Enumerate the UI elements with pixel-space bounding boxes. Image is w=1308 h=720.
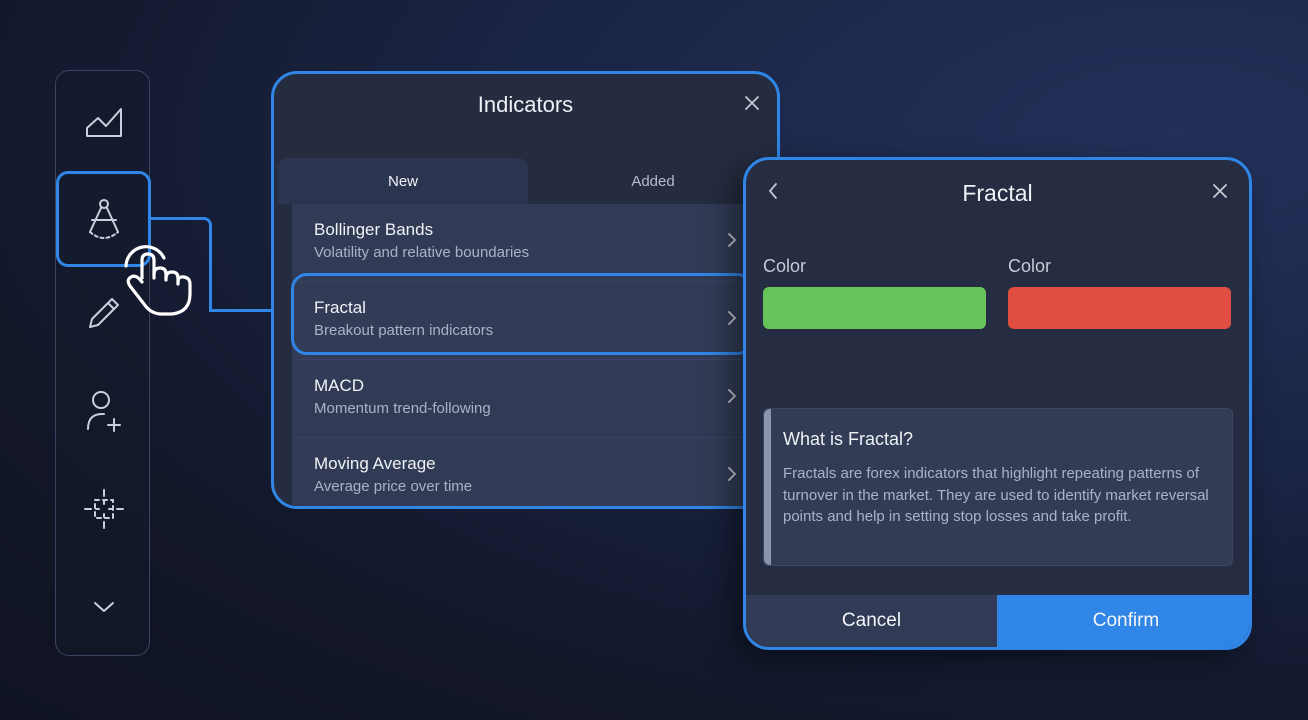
indicator-tabs: New Added (274, 158, 777, 204)
more-button[interactable] (56, 561, 151, 653)
crosshair-grid-icon (83, 489, 124, 529)
list-item-macd[interactable]: MACD Momentum trend-following (292, 360, 777, 438)
indicator-list: Bollinger Bands Volatility and relative … (292, 204, 777, 506)
item-description: Momentum trend-following (314, 400, 491, 417)
item-name: MACD (314, 376, 365, 395)
tab-added[interactable]: Added (528, 158, 777, 204)
color2-label: Color (1008, 256, 1052, 276)
compass-drawing-icon (88, 199, 119, 239)
pencil-icon (88, 298, 119, 328)
cancel-button[interactable]: Cancel (746, 595, 997, 647)
info-title: What is Fractal? (783, 429, 914, 449)
connector-line-horizontal (209, 309, 273, 312)
chevron-right-icon (728, 467, 737, 481)
color1-label: Color (763, 256, 807, 276)
info-accent-bar (764, 409, 771, 565)
item-description: Volatility and relative boundaries (314, 244, 530, 261)
tool-sidebar (55, 70, 151, 656)
item-name: Bollinger Bands (314, 220, 434, 239)
tab-new[interactable]: New (278, 158, 528, 204)
fractal-close-button[interactable] (1213, 184, 1227, 203)
selection-highlight (291, 273, 753, 355)
add-user-icon (86, 391, 121, 432)
color2-swatch[interactable] (1008, 287, 1231, 329)
chevron-down-icon (93, 602, 114, 612)
info-box: What is Fractal? Fractals are forex indi… (763, 408, 1233, 566)
chevron-right-icon (728, 389, 737, 403)
fractal-title: Fractal (962, 180, 1033, 206)
confirm-button[interactable]: Confirm (997, 595, 1249, 647)
close-icon (745, 96, 759, 110)
close-icon (1213, 184, 1227, 198)
info-text: Fractals are forex indicators that highl… (783, 465, 1209, 525)
crosshair-button[interactable] (56, 463, 151, 555)
list-item-bollinger[interactable]: Bollinger Bands Volatility and relative … (292, 204, 777, 282)
fractal-settings-panel: Fractal Color Color What is Fractal? Fra… (743, 157, 1252, 650)
item-description: Average price over time (314, 478, 473, 495)
add-user-button[interactable] (56, 365, 151, 457)
color1-swatch[interactable] (763, 287, 986, 329)
list-item-moving-average[interactable]: Moving Average Average price over time (292, 438, 777, 506)
indicators-title: Indicators (477, 92, 574, 117)
chart-area-icon (85, 108, 122, 137)
indicators-close-button[interactable] (745, 96, 759, 115)
chevron-right-icon (728, 233, 737, 247)
chart-button[interactable] (56, 77, 151, 169)
item-name: Moving Average (314, 454, 436, 473)
tap-hand-icon (124, 245, 192, 316)
